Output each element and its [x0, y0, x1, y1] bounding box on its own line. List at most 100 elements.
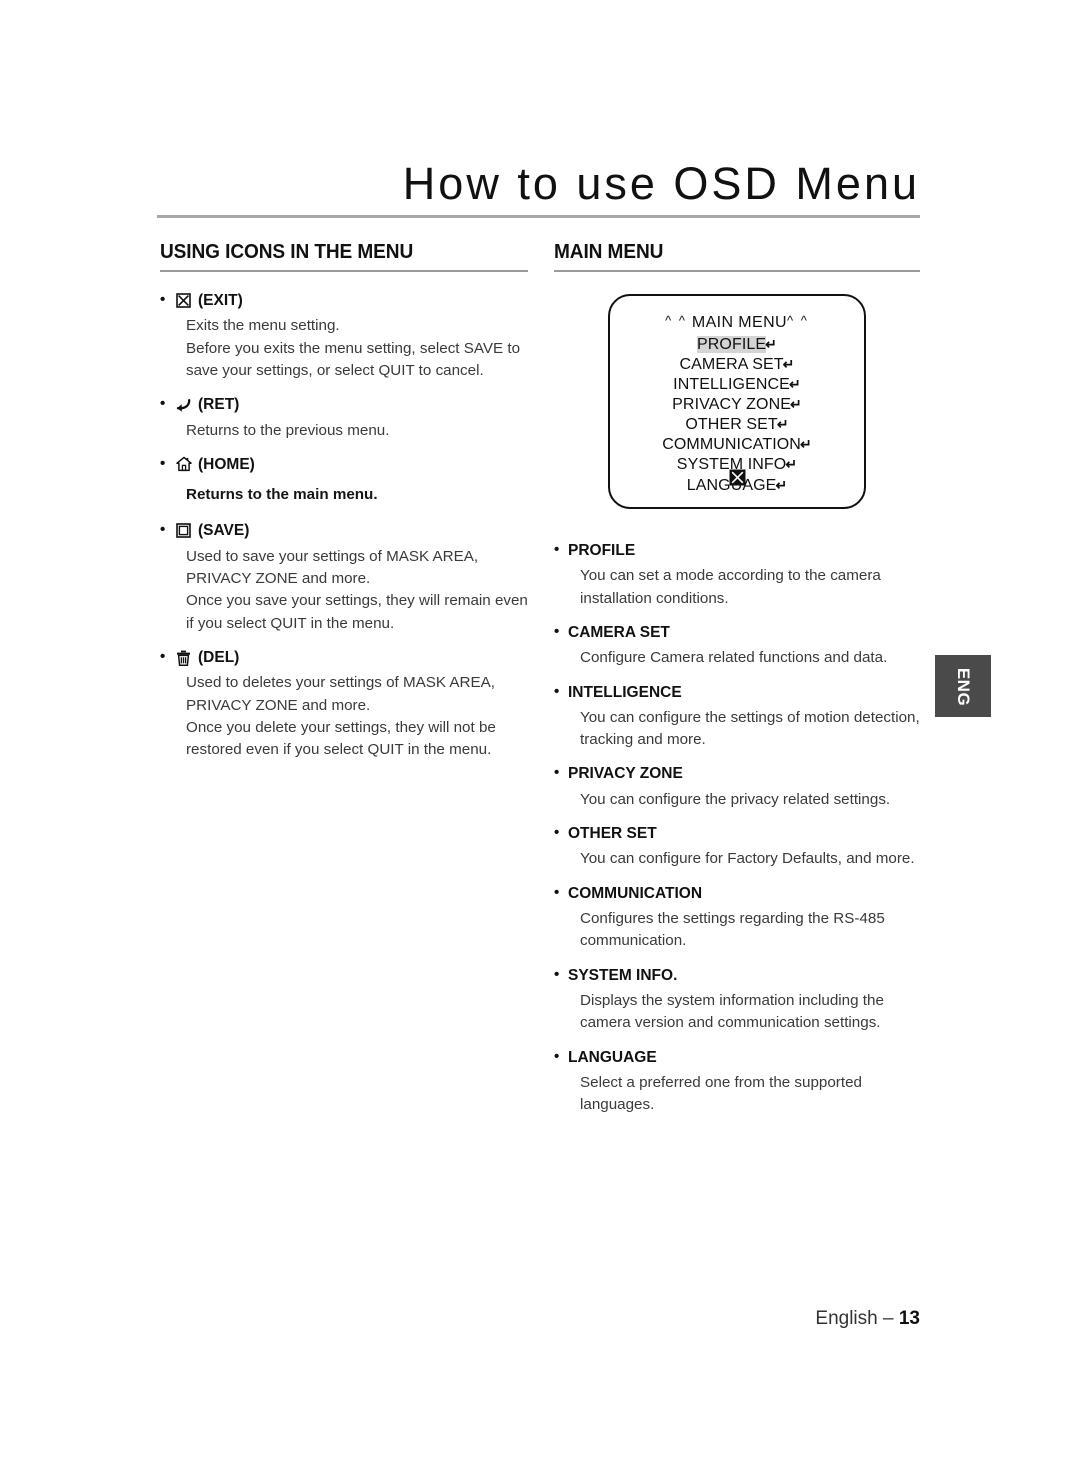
entry-body-line: You can configure for Factory Defaults, … [580, 850, 915, 868]
entry-label: (DEL) [198, 649, 240, 667]
entry-body-line: Returns to the previous menu. [186, 421, 390, 439]
entry-label: PRIVACY ZONE [568, 765, 683, 783]
section-header-main-menu: MAIN MENU [554, 240, 664, 263]
osd-menu-item[interactable]: PRIVACY ZONE↵ [610, 395, 864, 415]
main-menu-description-entry: • PRIVACY ZONE You can configure the priva… [554, 762, 920, 811]
main-menu-description-entry: • PROFILE You can set a mode according to … [554, 539, 920, 610]
osd-exit-icon [610, 469, 864, 491]
entry-label: (HOME) [198, 455, 255, 473]
bullet-icon: • [160, 521, 166, 539]
footer-page-number: 13 [898, 1308, 920, 1329]
exit-box-icon [174, 291, 193, 310]
bullet-icon: • [554, 965, 560, 983]
icon-description-entry: • (EXIT) Exits the menu setting. Before you… [160, 289, 528, 382]
return-arrow-icon: ↵ [765, 336, 777, 352]
entry-heading: • (SAVE) [160, 519, 528, 542]
entry-label: (EXIT) [198, 292, 243, 309]
osd-menu-item-label: COMMUNICATION [662, 436, 801, 454]
return-arrow-icon: ↵ [776, 416, 789, 433]
entry-heading: • INTELLIGENCE [554, 681, 920, 704]
osd-menu-item-label: PROFILE [696, 336, 767, 353]
osd-screen-illustration: ^ ^ MAIN MENU^ ^ PROFILE↵ CAMERA SET↵ INTE… [608, 294, 866, 509]
entry-heading: • PRIVACY ZONE [554, 762, 920, 785]
bullet-icon: • [160, 291, 166, 308]
trash-icon [174, 648, 193, 667]
icon-descriptions-list: • (EXIT) Exits the menu setting. Before you… [160, 289, 528, 762]
entry-label: INTELLIGENCE [568, 683, 682, 701]
entry-heading: • (DEL) [160, 646, 528, 669]
entry-body-line: Displays the system information includin… [580, 991, 884, 1032]
entry-body-line: Exits the menu setting. [186, 317, 340, 335]
language-side-tab: ENG [935, 655, 991, 717]
osd-menu: ^ ^ MAIN MENU^ ^ PROFILE↵ CAMERA SET↵ INTE… [610, 296, 864, 496]
osd-menu-title: ^ ^ MAIN MENU^ ^ [610, 313, 864, 332]
osd-menu-item[interactable]: PROFILE↵ [610, 335, 864, 355]
entry-body-line: Before you exits the menu setting, selec… [186, 339, 521, 379]
bullet-icon: • [160, 454, 166, 472]
main-menu-description-entry: • SYSTEM INFO. Displays the system informa… [554, 964, 920, 1035]
page-title: How to use OSD Menu [402, 158, 920, 209]
entry-body-line: Select a preferred one from the supporte… [580, 1073, 862, 1114]
main-menu-description-entry: • COMMUNICATION Configures the settings re… [554, 882, 920, 953]
bullet-icon: • [554, 541, 560, 558]
entry-body-line: Configures the settings regarding the RS… [580, 909, 885, 950]
entry-body: Select a preferred one from the supporte… [554, 1072, 920, 1117]
bullet-icon: • [554, 883, 560, 901]
bullet-icon: • [160, 648, 166, 666]
page-footer: English – 13 [0, 1308, 920, 1330]
bullet-icon: • [160, 395, 166, 413]
language-side-tab-label: ENG [954, 667, 973, 707]
osd-menu-item-label: OTHER SET [685, 416, 778, 434]
entry-body-line: You can configure the privacy related se… [580, 790, 891, 808]
bullet-icon: • [554, 682, 560, 700]
osd-title-text: MAIN MENU [691, 314, 787, 331]
caret-right-icon: ^ ^ [787, 313, 809, 328]
entry-body: Configure Camera related functions and d… [554, 647, 920, 669]
osd-menu-item[interactable]: OTHER SET↵ [610, 415, 864, 435]
right-column: MAIN MENU ^ ^ MAIN MENU^ ^ PROFILE↵ CAMER… [554, 240, 920, 1127]
osd-menu-item[interactable]: COMMUNICATION↵ [610, 435, 864, 455]
home-icon [174, 455, 193, 474]
save-floppy-icon [174, 521, 193, 540]
bullet-icon: • [554, 764, 560, 782]
entry-body-line: Once you delete your settings, they will… [186, 719, 496, 759]
caret-left-icon: ^ ^ [665, 313, 687, 328]
entry-heading: • LANGUAGE [554, 1046, 920, 1069]
entry-body-line: Returns to the main menu. [186, 486, 378, 504]
main-menu-description-entry: • CAMERA SET Configure Camera related func… [554, 621, 920, 670]
icon-description-entry: • (HOME) Returns to the main menu. [160, 453, 528, 509]
osd-menu-item-label: CAMERA SET [679, 356, 784, 374]
entry-body: Returns to the main menu. [160, 479, 528, 508]
return-arrow-icon: ↵ [782, 356, 795, 373]
section-divider-right [554, 270, 920, 272]
entry-body-line: You can configure the settings of motion… [580, 708, 920, 749]
entry-heading: • CAMERA SET [554, 621, 920, 644]
page-header: How to use OSD Menu [157, 158, 920, 218]
return-arrow-icon: ↵ [790, 396, 802, 413]
entry-body: You can configure for Factory Defaults, … [554, 848, 920, 870]
return-arrow-icon [174, 395, 193, 414]
section-header-using-icons: USING ICONS IN THE MENU [160, 240, 414, 263]
icon-description-entry: • (DEL) Used to deletes your settings of M… [160, 646, 528, 762]
entry-label: SYSTEM INFO. [568, 966, 678, 984]
bullet-icon: • [554, 1047, 560, 1065]
footer-language-label: English – [815, 1308, 894, 1329]
main-menu-descriptions-list: • PROFILE You can set a mode according to … [554, 539, 920, 1116]
entry-body-line: Configure Camera related functions and d… [580, 649, 888, 667]
return-arrow-icon: ↵ [799, 436, 812, 453]
entry-body: Exits the menu setting. Before you exits … [160, 315, 528, 382]
osd-menu-item[interactable]: INTELLIGENCE↵ [610, 375, 864, 395]
title-divider [157, 214, 920, 218]
osd-menu-item[interactable]: CAMERA SET↵ [610, 355, 864, 375]
entry-label: CAMERA SET [568, 623, 670, 641]
icon-description-entry: • (RET) Returns to the previous menu. [160, 393, 528, 442]
entry-label: PROFILE [568, 542, 636, 559]
entry-body: You can configure the settings of motion… [554, 707, 920, 752]
entry-label: (RET) [198, 396, 240, 414]
entry-body-line: You can set a mode according to the came… [580, 567, 881, 607]
main-menu-description-entry: • OTHER SET You can configure for Factory … [554, 822, 920, 871]
entry-label: OTHER SET [568, 825, 657, 843]
entry-body: Used to save your settings of MASK AREA,… [160, 546, 528, 635]
entry-heading: • COMMUNICATION [554, 882, 920, 905]
entry-body: Displays the system information includin… [554, 990, 920, 1035]
